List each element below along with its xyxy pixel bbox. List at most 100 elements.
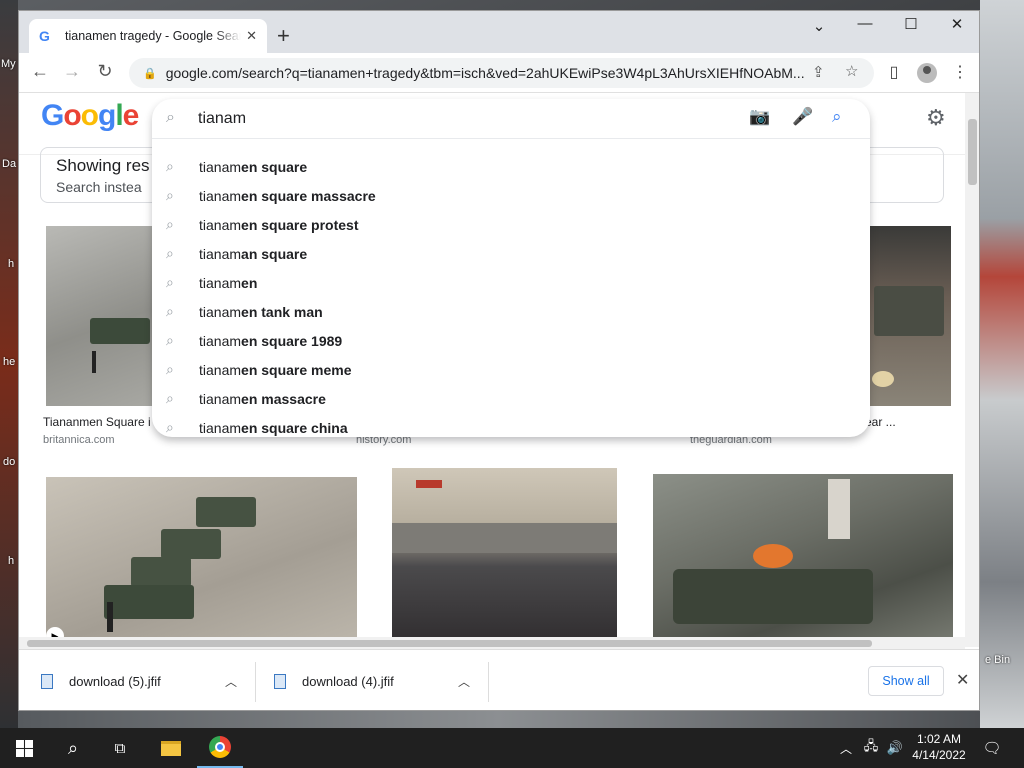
desktop-icon-label[interactable]: h — [8, 258, 14, 270]
result-image[interactable] — [870, 226, 951, 406]
chrome-logo-center — [215, 742, 225, 752]
desktop-wallpaper-bottom — [18, 710, 980, 728]
side-panel-icon[interactable]: ▯ — [883, 62, 905, 82]
suggestion-completion: en square — [241, 158, 308, 175]
start-button[interactable] — [0, 728, 48, 768]
close-window-icon[interactable]: ✕ — [945, 15, 969, 33]
figure-shape — [107, 602, 113, 632]
network-icon[interactable]: 🖧 — [860, 728, 882, 768]
suggestion-prefix: tianam — [199, 332, 242, 349]
search-magnifier-icon: ⌕ — [166, 109, 175, 126]
chevron-up-icon[interactable]: ︿ — [225, 673, 237, 690]
share-icon[interactable]: ⇪ — [812, 63, 825, 81]
tab-google-search[interactable]: G tianamen tragedy - Google Search ✕ — [29, 19, 267, 53]
tab-close-icon[interactable]: ✕ — [246, 28, 257, 44]
suggestion-search-icon: ⌕ — [166, 303, 174, 319]
suggestion-text: tianamen — [199, 275, 257, 291]
windows-logo-icon — [15, 739, 33, 757]
address-bar[interactable]: 🔒 google.com/search?q=tianamen+tragedy&t… — [129, 58, 874, 88]
suggestion-prefix: tianam — [199, 361, 242, 378]
reload-icon[interactable]: ↻ — [94, 61, 116, 82]
building-shape — [392, 523, 617, 553]
desktop-icon-label[interactable]: h — [8, 555, 14, 567]
suggestion-item[interactable]: ⌕ tianaman square — [152, 239, 870, 268]
suggestion-search-icon: ⌕ — [166, 361, 174, 377]
download-filename[interactable]: download (4).jfif — [302, 674, 394, 689]
url-text[interactable]: google.com/search?q=tianamen+tragedy&tbm… — [166, 65, 806, 81]
chevron-up-icon[interactable]: ︿ — [458, 673, 470, 690]
result-image[interactable] — [46, 226, 158, 406]
camera-icon[interactable]: 📷 — [749, 107, 770, 127]
suggestion-item[interactable]: ⌕ tianamen square meme — [152, 355, 870, 384]
suggestion-item[interactable]: ⌕ tianamen — [152, 268, 870, 297]
scrollbar-thumb[interactable] — [27, 640, 872, 647]
show-all-button[interactable]: Show all — [868, 666, 944, 696]
suggestion-prefix: tianam — [199, 158, 242, 175]
file-explorer-icon[interactable] — [148, 728, 194, 768]
suggestion-item[interactable]: ⌕ tianamen square china — [152, 413, 870, 442]
download-item[interactable]: download (5).jfif ︿ — [41, 650, 237, 710]
volume-icon[interactable]: 🔊 — [884, 728, 906, 768]
desktop-icon-label[interactable]: Da — [2, 158, 16, 170]
search-submit-icon[interactable]: ⌕ — [832, 107, 842, 127]
search-autocomplete: ⌕ 📷 🎤 ⌕ ⌕tianamen square ⌕tianamen squar… — [152, 99, 870, 437]
chrome-logo — [209, 736, 231, 758]
task-view-icon[interactable]: ⧉ — [97, 728, 143, 768]
tank-shape — [131, 557, 191, 587]
microphone-icon[interactable]: 🎤 — [792, 107, 813, 127]
scrollbar-thumb[interactable] — [968, 119, 977, 185]
menu-kebab-icon[interactable]: ⋮ — [949, 62, 971, 82]
profile-avatar-icon[interactable] — [917, 63, 937, 83]
chevron-up-tray-icon[interactable]: ︿ — [836, 728, 856, 768]
desktop-icon-label[interactable]: he — [3, 356, 15, 368]
new-tab-button[interactable]: + — [277, 25, 290, 47]
suggestion-item[interactable]: ⌕ tianamen square 1989 — [152, 326, 870, 355]
result-image[interactable] — [392, 468, 617, 647]
suggestion-completion: en massacre — [241, 390, 326, 407]
result-image[interactable]: ▶ — [46, 477, 357, 647]
browser-toolbar: ← → ↻ 🔒 google.com/search?q=tianamen+tra… — [19, 53, 979, 93]
folder-shape — [161, 740, 181, 756]
search-bar: ⌕ 📷 🎤 ⌕ — [152, 99, 870, 139]
download-item[interactable]: download (4).jfif ︿ — [274, 650, 470, 710]
system-clock[interactable]: 1:02 AM 4/14/2022 — [906, 731, 972, 763]
suggestion-item[interactable]: ⌕ tianamen square protest — [152, 210, 870, 239]
bookmark-star-icon[interactable]: ☆ — [845, 62, 858, 80]
suggestion-item[interactable]: ⌕ tianamen massacre — [152, 384, 870, 413]
settings-gear-icon[interactable]: ⚙ — [926, 105, 946, 131]
clock-date: 4/14/2022 — [912, 748, 966, 762]
suggestion-search-icon: ⌕ — [166, 216, 174, 232]
result-image[interactable] — [653, 474, 953, 647]
suggestion-text: tianamen square protest — [199, 217, 359, 233]
download-filename[interactable]: download (5).jfif — [69, 674, 161, 689]
suggestion-item[interactable]: ⌕ tianamen square massacre — [152, 181, 870, 210]
lock-icon[interactable]: 🔒 — [143, 67, 157, 80]
horizontal-scrollbar[interactable] — [19, 637, 965, 649]
suggestion-item[interactable]: ⌕ tianamen tank man — [152, 297, 870, 326]
suggestion-search-icon: ⌕ — [166, 245, 174, 261]
suggestion-completion: en square 1989 — [241, 332, 343, 349]
close-downloads-icon[interactable]: ✕ — [956, 670, 969, 690]
back-arrow-icon[interactable]: ← — [29, 61, 51, 82]
clock-time: 1:02 AM — [916, 732, 962, 746]
recycle-bin-label[interactable]: e Bin — [985, 654, 1010, 666]
search-input[interactable] — [198, 107, 718, 131]
forward-arrow-icon[interactable]: → — [61, 61, 83, 82]
maximize-icon[interactable]: ☐ — [899, 15, 923, 33]
result-caption[interactable]: Tiananmen Square i — [43, 415, 151, 429]
desktop-icon-label[interactable]: do — [3, 456, 15, 468]
notification-icon[interactable]: 🗨 — [980, 728, 1004, 768]
vertical-scrollbar[interactable] — [965, 93, 979, 647]
result-source[interactable]: britannica.com — [43, 434, 115, 446]
tank-shape — [874, 286, 944, 336]
google-logo[interactable]: Google — [41, 99, 139, 133]
suggestion-item[interactable]: ⌕ tianamen square — [152, 152, 870, 181]
tab-search-chevron-down-icon[interactable]: ⌄ — [807, 17, 831, 35]
tank-shape — [90, 318, 150, 344]
chrome-taskbar-icon[interactable] — [197, 728, 243, 768]
minimize-icon[interactable]: — — [853, 15, 877, 32]
search-taskbar-icon[interactable]: ⌕ — [50, 728, 96, 768]
desktop-icon-label[interactable]: My — [1, 58, 16, 70]
suggestion-text: tianaman square — [199, 246, 307, 262]
suggestion-text: tianamen massacre — [199, 391, 326, 407]
